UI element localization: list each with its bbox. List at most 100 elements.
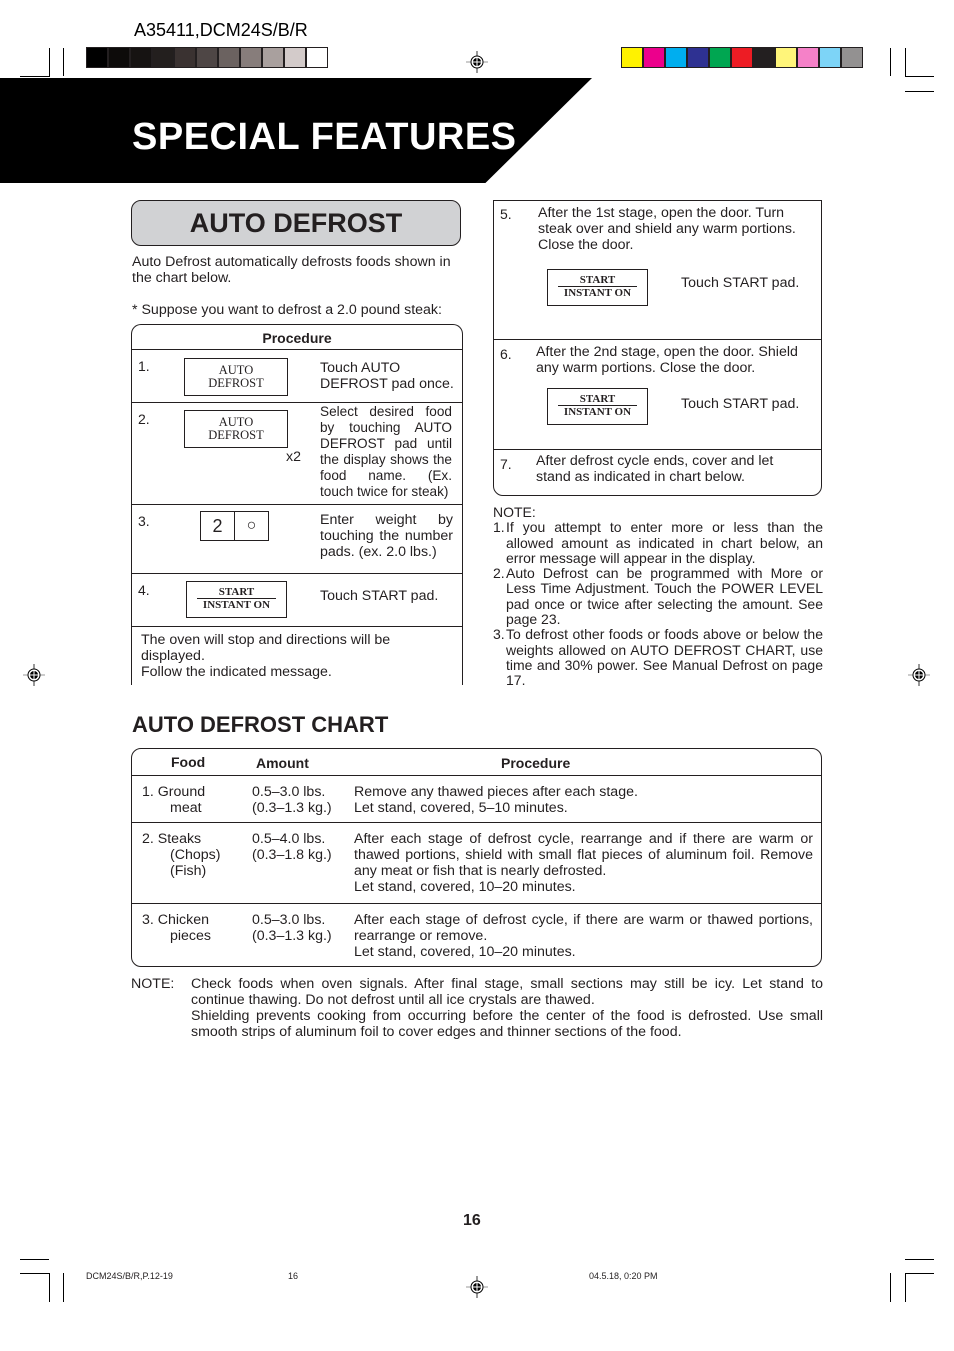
color-swatch: [732, 48, 752, 67]
color-swatch: [285, 48, 305, 67]
color-swatch: [109, 48, 129, 67]
food-name-cont: (Chops): [170, 847, 221, 863]
example-text: * Suppose you want to defrost a 2.0 poun…: [132, 302, 442, 318]
grayscale-color-bar: [86, 47, 328, 68]
auto-defrost-pad: AUTO DEFROST: [184, 358, 288, 396]
page-title: SPECIAL FEATURES: [132, 116, 517, 158]
pad-label-bottom: INSTANT ON: [563, 287, 632, 299]
registration-mark-icon: [23, 664, 45, 686]
follow-message: Follow the indicated message.: [141, 664, 332, 680]
pad-label-bottom: INSTANT ON: [563, 406, 632, 418]
step-number: 2.: [138, 411, 150, 427]
cmyk-color-bar: [621, 47, 863, 68]
color-swatch: [798, 48, 818, 67]
registration-mark-icon: [466, 1276, 488, 1298]
food-name-cont: meat: [170, 800, 202, 816]
color-swatch: [87, 48, 107, 67]
color-swatch: [131, 48, 151, 67]
auto-defrost-pad: AUTO DEFROST: [184, 410, 288, 448]
step-description: Select desired food by touching AUTO DEF…: [320, 404, 452, 499]
procedure-header: Procedure: [132, 325, 462, 350]
chart-row: 2. Steaks (Chops) (Fish) 0.5–4.0 lbs. (0…: [132, 823, 821, 904]
chart-title: AUTO DEFROST CHART: [132, 712, 389, 737]
amount-cell: 0.5–4.0 lbs. (0.3–1.8 kg.): [252, 831, 332, 863]
pad-label-top: START: [558, 389, 637, 406]
step-number: 3.: [138, 513, 150, 529]
pad-label-bottom: DEFROST: [208, 376, 264, 390]
registration-mark-icon: [466, 51, 488, 73]
chart-note: NOTE: Check foods when oven signals. Aft…: [131, 976, 823, 1040]
stand-time: Let stand, covered, 10–20 minutes.: [354, 879, 576, 895]
color-swatch: [153, 48, 173, 67]
key-digit: 2: [201, 512, 235, 540]
note-paragraph: Check foods when oven signals. After fin…: [191, 976, 823, 1008]
note-label: NOTE:: [131, 976, 175, 992]
note-text: To defrost other foods or foods above or…: [506, 626, 823, 689]
step-number: 4.: [138, 582, 150, 598]
color-swatch: [666, 48, 686, 67]
stand-time: Let stand, covered, 10–20 minutes.: [354, 944, 576, 960]
color-swatch: [644, 48, 664, 67]
stop-message: The oven will stop and directions will b…: [141, 632, 391, 664]
note-item: 3. To defrost other foods or foods above …: [493, 627, 823, 688]
footer-timestamp: 04.5.18, 0:20 PM: [589, 1271, 658, 1281]
footer-filename: DCM24S/B/R,P.12-19: [86, 1271, 173, 1281]
section-heading: AUTO DEFROST: [131, 200, 461, 246]
amount-lbs: 0.5–4.0 lbs.: [252, 831, 326, 847]
amount-kg: (0.3–1.8 kg.): [252, 847, 332, 863]
pad-label-bottom: DEFROST: [208, 428, 264, 442]
note-section: NOTE: 1. If you attempt to enter more or …: [493, 504, 823, 689]
step-number: 1.: [138, 358, 150, 374]
food-name: 1. Ground: [142, 784, 206, 800]
procedure-step: 3. 2 ○ Enter weight by touching the numb…: [132, 505, 462, 574]
chart-row: 3. Chicken pieces 0.5–3.0 lbs. (0.3–1.3 …: [132, 904, 821, 966]
pad-label-bottom: INSTANT ON: [202, 599, 271, 611]
color-swatch: [241, 48, 261, 67]
color-swatch: [710, 48, 730, 67]
procedure-cell: After each stage of defrost cycle, rearr…: [354, 831, 813, 895]
key-digit: ○: [246, 517, 257, 534]
step-description: Touch START pad.: [320, 588, 439, 604]
procedure-step: 6. After the 2nd stage, open the door. S…: [494, 340, 821, 450]
procedure-step: 4. START INSTANT ON Touch START pad.: [132, 574, 462, 627]
chart-row: 1. Ground meat 0.5–3.0 lbs. (0.3–1.3 kg.…: [132, 776, 821, 823]
color-swatch: [219, 48, 239, 67]
section-heading-text: AUTO DEFROST: [189, 207, 403, 238]
page-number: 16: [463, 1212, 481, 1229]
procedure-step: 5. After the 1st stage, open the door. T…: [494, 201, 821, 340]
amount-kg: (0.3–1.3 kg.): [252, 928, 332, 944]
color-swatch: [622, 48, 642, 67]
pad-label-top: START: [197, 582, 276, 599]
note-number: 3.: [493, 626, 505, 643]
stand-time: Let stand, covered, 5–10 minutes.: [354, 800, 568, 816]
step-description: Touch AUTO DEFROST pad once.: [320, 360, 454, 392]
step-description: After the 2nd stage, open the door. Shie…: [536, 344, 798, 376]
start-pad: START INSTANT ON: [547, 388, 648, 425]
note-text: Auto Defrost can be programmed with More…: [506, 565, 823, 628]
press-count: x2: [286, 449, 301, 465]
procedure-text: After each stage of defrost cycle, rearr…: [354, 831, 813, 879]
amount-lbs: 0.5–3.0 lbs.: [252, 784, 326, 800]
note-item: 1. If you attempt to enter more or less t…: [493, 519, 823, 566]
procedure-text: After each stage of defrost cycle, if th…: [354, 912, 813, 944]
note-number: 2.: [493, 565, 505, 582]
food-name-cont: (Fish): [170, 863, 207, 879]
note-text: If you attempt to enter more or less tha…: [506, 519, 823, 566]
color-swatch: [307, 48, 327, 67]
color-swatch: [776, 48, 796, 67]
step-description: Enter weight by touching the number pads…: [320, 512, 453, 560]
header-amount: Amount: [256, 755, 309, 771]
color-swatch: [842, 48, 862, 67]
amount-cell: 0.5–3.0 lbs. (0.3–1.3 kg.): [252, 912, 332, 944]
note-paragraph: Shielding prevents cooking from occurrin…: [191, 1008, 823, 1040]
procedure-step: 1. AUTO DEFROST Touch AUTO DEFROST pad o…: [132, 350, 462, 403]
food-name: 2. Steaks: [142, 831, 202, 847]
food-name: 3. Chicken: [142, 912, 210, 928]
procedure-text: Remove any thawed pieces after each stag…: [354, 784, 638, 800]
note-item: 2. Auto Defrost can be programmed with Mo…: [493, 565, 823, 628]
stop-message-row: The oven will stop and directions will b…: [132, 627, 462, 685]
header-food: Food: [171, 754, 206, 770]
step-number: 7.: [500, 456, 512, 472]
amount-kg: (0.3–1.3 kg.): [252, 800, 332, 816]
amount-cell: 0.5–3.0 lbs. (0.3–1.3 kg.): [252, 784, 332, 816]
